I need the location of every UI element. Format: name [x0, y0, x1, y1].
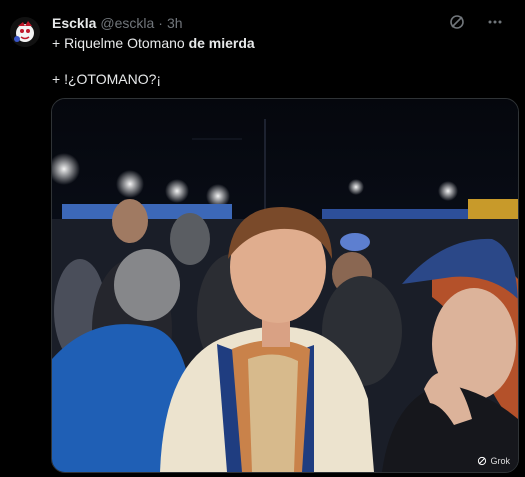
post-media-image[interactable]: Grok: [51, 98, 519, 473]
post-text-line-1: + Riquelme Otomano de mierda: [52, 34, 502, 52]
post-text-line-2: + !¿OTOMANO?¡: [52, 71, 162, 87]
separator-dot: ·: [158, 15, 163, 31]
grok-badge-icon: [478, 456, 487, 466]
avatar[interactable]: [10, 17, 40, 47]
grok-badge: Grok: [477, 456, 510, 466]
grok-badge-label: Grok: [490, 456, 510, 466]
post-text: + Riquelme Otomano de mierda + !¿OTOMANO…: [52, 34, 502, 88]
post-text-plain: + Riquelme Otomano: [52, 35, 189, 51]
post-timestamp[interactable]: 3h: [167, 15, 183, 31]
grok-icon[interactable]: [447, 12, 467, 32]
post-header: Esckla @esckla · 3h: [52, 13, 183, 33]
author-display-name[interactable]: Esckla: [52, 15, 96, 31]
author-handle[interactable]: @esckla: [100, 15, 154, 31]
media-scene: [52, 99, 518, 472]
tweet[interactable]: Esckla @esckla · 3h + Riquelme Otomano d…: [0, 0, 525, 477]
post-actions-top: [447, 12, 505, 32]
post-text-bold: de mierda: [188, 35, 255, 51]
more-icon[interactable]: [485, 12, 505, 32]
